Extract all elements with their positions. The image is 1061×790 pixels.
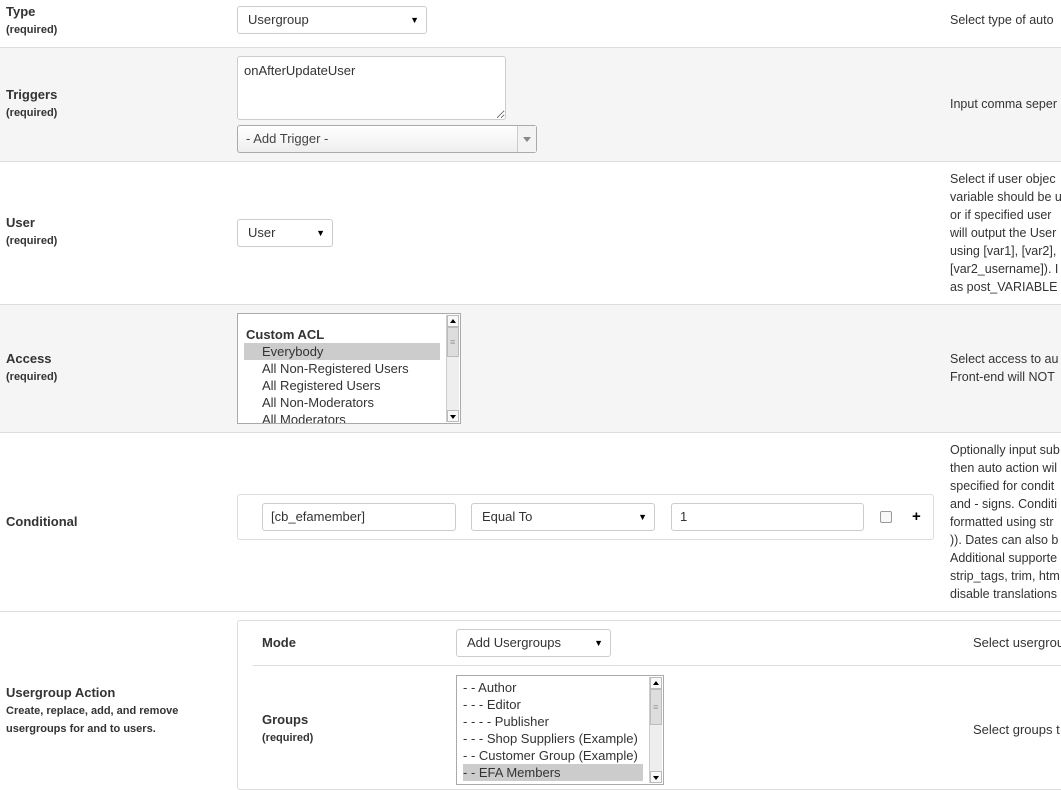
conditional-help-line: specified for condit — [950, 479, 1055, 493]
user-help-line: as post_VARIABLE — [950, 280, 1058, 294]
user-help: Select if user objec variable should be … — [950, 170, 1061, 296]
conditional-box: [cb_efamember] Equal To ▼ 1 + — [237, 494, 934, 540]
triggers-required: (required) — [6, 107, 58, 119]
scroll-up-icon[interactable] — [650, 677, 662, 689]
scroll-down-icon[interactable] — [650, 771, 662, 783]
scroll-up-icon[interactable] — [447, 315, 459, 327]
access-label-group: Access (required) — [6, 350, 57, 386]
triggers-textarea[interactable]: onAfterUpdateUser — [237, 56, 506, 120]
type-select[interactable]: Usergroup ▼ — [237, 6, 427, 34]
access-help-line: Front-end will NOT — [950, 370, 1055, 384]
group-option-efa-members[interactable]: - - EFA Members — [463, 764, 643, 781]
user-help-line: Select if user objec — [950, 172, 1056, 186]
scroll-down-icon[interactable] — [447, 410, 459, 422]
group-option[interactable]: - - - - Publisher — [463, 713, 643, 730]
mode-label: Mode — [262, 635, 296, 650]
conditional-row: Conditional [cb_efamember] Equal To ▼ 1 … — [0, 433, 1061, 612]
user-required: (required) — [6, 235, 58, 247]
conditional-help: Optionally input sub then auto action wi… — [950, 441, 1061, 603]
groups-help: Select groups t — [973, 722, 1060, 737]
chevron-down-icon: ▼ — [316, 228, 325, 238]
triggers-row: Triggers (required) onAfterUpdateUser - … — [0, 48, 1061, 162]
triggers-help: Input comma seper — [950, 97, 1057, 111]
access-optgroup-header: Custom ACL — [246, 327, 325, 342]
type-row: Type (required) Usergroup ▼ Select type … — [0, 0, 1061, 48]
user-help-line: will output the User — [950, 226, 1057, 240]
groups-scrollbar[interactable] — [649, 677, 662, 783]
conditional-help-line: disable translations — [950, 587, 1058, 601]
triggers-label: Triggers — [6, 87, 58, 102]
chevron-down-icon: ▼ — [638, 512, 647, 522]
chevron-down-icon: ▼ — [594, 638, 603, 648]
access-listbox[interactable]: Custom ACL Everybody All Non-Registered … — [237, 313, 461, 424]
chevron-down-icon: ▼ — [410, 15, 419, 25]
user-help-line: using [var1], [var2], — [950, 244, 1057, 258]
add-trigger-select[interactable]: - Add Trigger - — [237, 125, 537, 153]
condition-operator-select[interactable]: Equal To ▼ — [471, 503, 655, 531]
conditional-label: Conditional — [6, 514, 78, 529]
user-help-line: [var2_username]). I — [950, 262, 1059, 276]
usergroup-action-label-group: Usergroup Action Create, replace, add, a… — [6, 684, 178, 738]
access-option-everybody[interactable]: Everybody — [244, 343, 440, 360]
user-select-value: User — [248, 225, 276, 240]
user-label: User — [6, 215, 35, 230]
triggers-label-group: Triggers (required) — [6, 86, 57, 122]
group-option[interactable]: - - - Shop Suppliers (Example) — [463, 730, 643, 747]
scroll-thumb[interactable] — [447, 327, 459, 357]
mode-select-value: Add Usergroups — [467, 635, 561, 650]
mode-label-group: Mode — [262, 635, 296, 650]
user-row: User (required) User ▼ Select if user ob… — [0, 162, 1061, 305]
usergroup-action-desc-line: Create, replace, add, and remove — [6, 705, 179, 717]
conditional-help-line: then auto action wil — [950, 461, 1058, 475]
mode-row: Mode Add Usergroups ▼ Select usergrou — [253, 621, 1061, 666]
access-required: (required) — [6, 371, 58, 383]
groups-label-group: Groups (required) — [262, 711, 313, 747]
groups-listbox[interactable]: - - Author - - - Editor - - - - Publishe… — [456, 675, 664, 785]
type-label: Type — [6, 4, 36, 19]
access-option[interactable]: All Moderators — [244, 411, 440, 423]
access-option[interactable]: All Non-Registered Users — [244, 360, 440, 377]
conditional-help-line: )). Dates can also b — [950, 533, 1059, 547]
groups-label: Groups — [262, 712, 309, 727]
user-label-group: User (required) — [6, 214, 57, 250]
conditional-help-line: strip_tags, trim, htm — [950, 569, 1060, 583]
group-option[interactable]: - - Customer Group (Example) — [463, 747, 643, 764]
groups-required: (required) — [262, 732, 314, 744]
mode-help: Select usergrou — [973, 635, 1061, 650]
user-help-line: or if specified user — [950, 208, 1052, 222]
conditional-help-line: and - signs. Conditi — [950, 497, 1058, 511]
type-help: Select type of auto — [950, 13, 1054, 27]
condition-checkbox[interactable] — [880, 511, 892, 523]
add-trigger-label: - Add Trigger - — [246, 131, 329, 146]
conditional-label-group: Conditional — [6, 513, 78, 531]
user-select[interactable]: User ▼ — [237, 219, 333, 247]
mode-select[interactable]: Add Usergroups ▼ — [456, 629, 611, 657]
add-condition-icon[interactable]: + — [912, 509, 921, 524]
groups-row: Groups (required) - - Author - - - Edito… — [253, 666, 1061, 786]
conditional-help-line: Additional supporte — [950, 551, 1058, 565]
condition-value-input[interactable]: 1 — [671, 503, 864, 531]
usergroup-action-label: Usergroup Action — [6, 685, 116, 700]
access-option[interactable]: All Non-Moderators — [244, 394, 440, 411]
type-select-value: Usergroup — [248, 12, 309, 27]
conditional-help-line: formatted using str — [950, 515, 1054, 529]
access-label: Access — [6, 351, 52, 366]
chevron-down-icon — [517, 126, 536, 152]
access-help: Select access to au Front-end will NOT — [950, 350, 1061, 386]
condition-field-input[interactable]: [cb_efamember] — [262, 503, 456, 531]
access-option[interactable]: All Registered Users — [244, 377, 440, 394]
condition-operator-value: Equal To — [482, 509, 533, 524]
group-option[interactable]: - - - Editor — [463, 696, 643, 713]
user-help-line: variable should be u — [950, 190, 1061, 204]
type-label-group: Type (required) — [6, 3, 57, 39]
scroll-thumb[interactable] — [650, 689, 662, 725]
access-scrollbar[interactable] — [446, 315, 459, 422]
group-option[interactable]: - - Author — [463, 679, 643, 696]
conditional-help-line: Optionally input sub — [950, 443, 1060, 457]
access-help-line: Select access to au — [950, 352, 1059, 366]
access-row: Access (required) Custom ACL Everybody A… — [0, 305, 1061, 433]
usergroup-action-desc-line: usergroups for and to users. — [6, 723, 156, 735]
type-required: (required) — [6, 24, 58, 36]
